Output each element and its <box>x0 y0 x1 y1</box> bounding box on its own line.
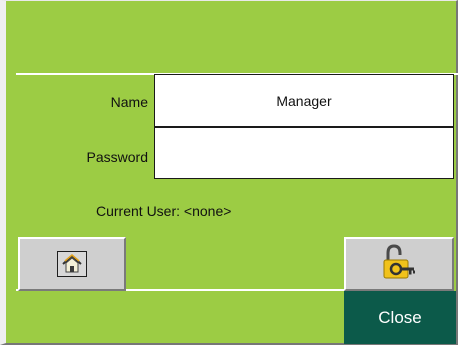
padlock-key-icon <box>379 243 419 285</box>
login-dialog: Name Manager Password Current User: <non… <box>0 0 458 345</box>
password-field[interactable] <box>154 127 454 179</box>
login-button[interactable] <box>344 237 454 291</box>
close-button[interactable]: Close <box>344 291 456 344</box>
name-label: Name <box>110 94 148 110</box>
home-icon <box>57 251 87 277</box>
current-user-status: Current User: <none> <box>96 203 232 219</box>
home-button[interactable] <box>18 237 126 291</box>
name-field[interactable]: Manager <box>154 74 454 127</box>
password-label: Password <box>86 149 148 165</box>
